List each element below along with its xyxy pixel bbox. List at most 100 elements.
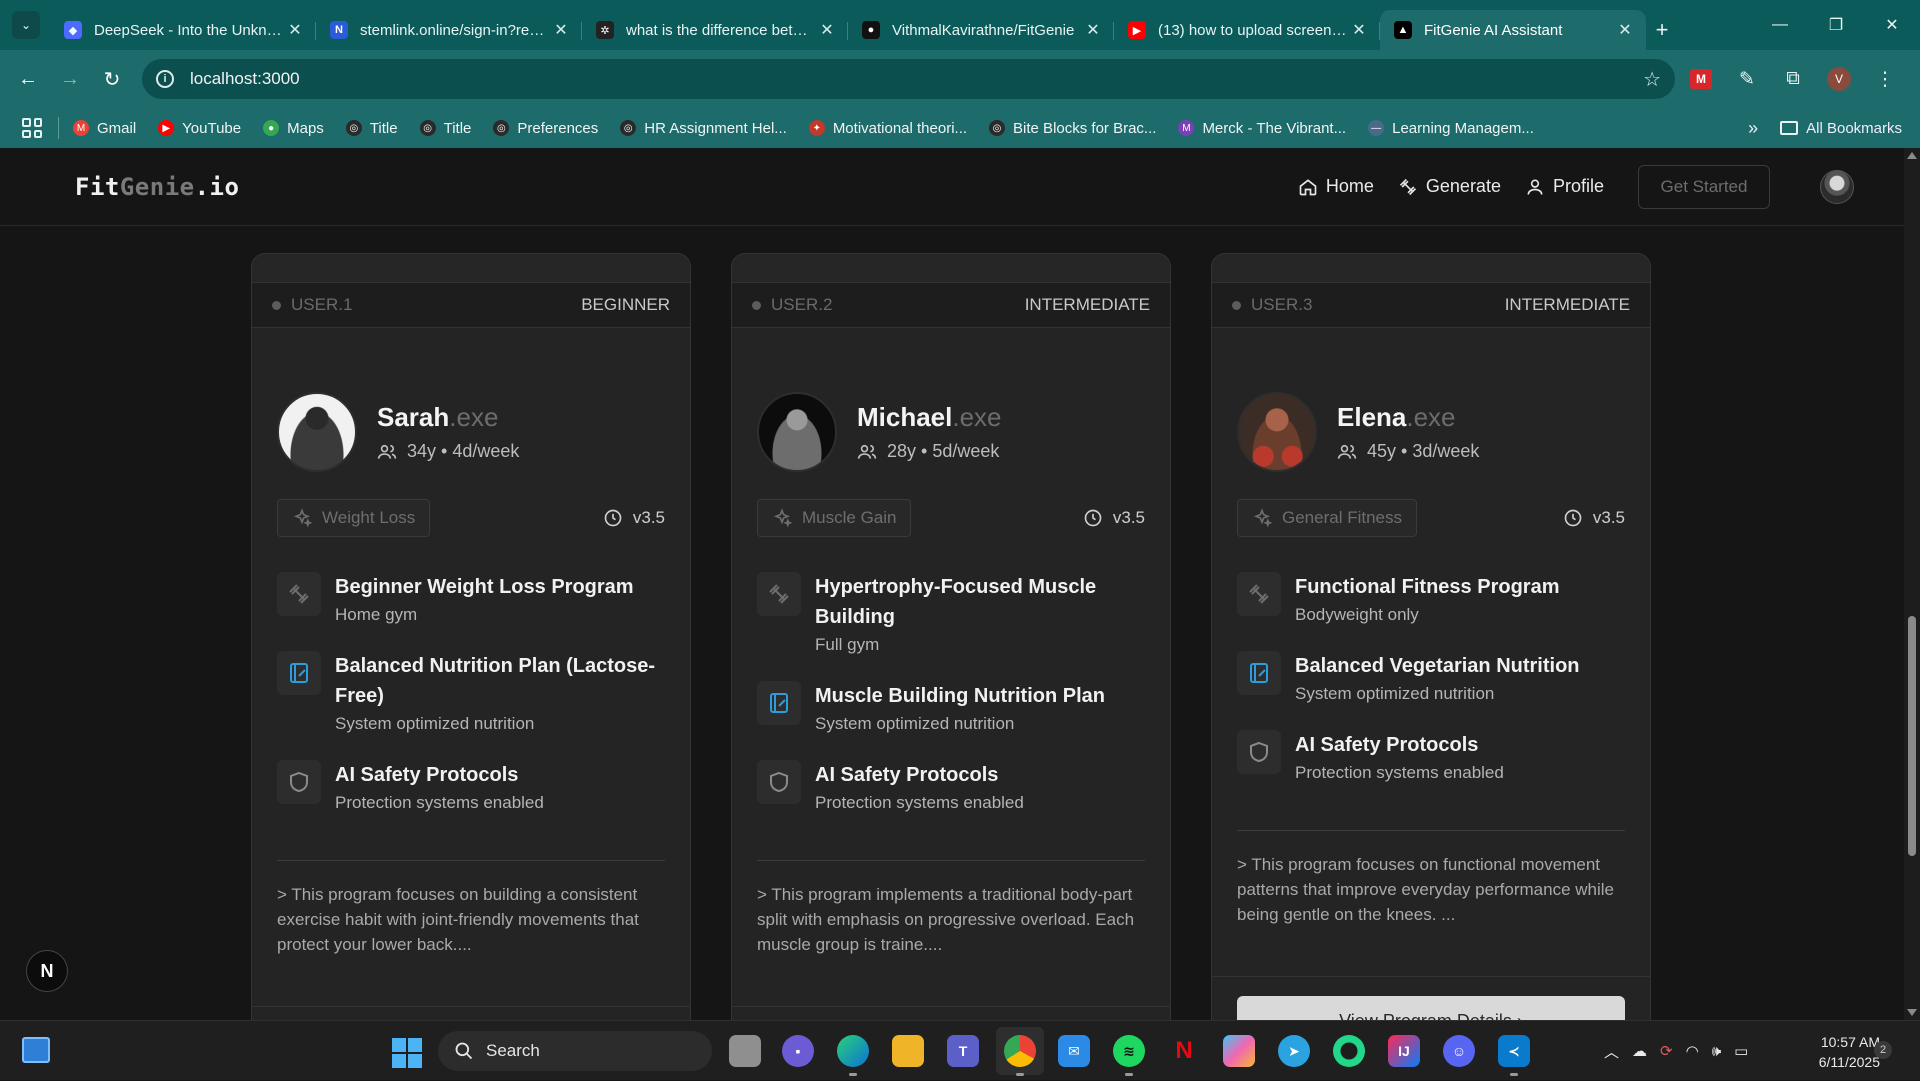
browser-tab[interactable]: ◆ DeepSeek - Into the Unknown ✕ [50, 10, 316, 50]
jetbrains-icon[interactable]: IJ [1388, 1035, 1420, 1067]
extensions-puzzle-icon[interactable]: ⧉ [1773, 59, 1813, 99]
browser-tab[interactable]: Nstemlink.online/sign-in?redirect ✕ [316, 10, 582, 50]
reload-icon[interactable]: ↻ [94, 61, 130, 97]
restore-icon[interactable]: ❐ [1808, 15, 1864, 35]
new-tab-button[interactable]: + [1646, 10, 1678, 50]
get-started-button[interactable]: Get Started [1638, 164, 1770, 209]
tab-close-icon[interactable]: ✕ [286, 20, 304, 40]
wifi-icon[interactable]: ◠ [1686, 1042, 1699, 1060]
tab-title: FitGenie AI Assistant [1424, 21, 1563, 39]
browser-tab[interactable]: ✲ what is the difference between ✕ [582, 10, 848, 50]
close-window-icon[interactable]: ✕ [1864, 15, 1920, 35]
all-bookmarks-button[interactable]: All Bookmarks [1780, 120, 1902, 137]
page-scrollbar[interactable] [1904, 148, 1920, 1020]
minimize-icon[interactable]: — [1752, 16, 1808, 34]
pycharm-icon[interactable] [1333, 1035, 1365, 1067]
tab-close-icon[interactable]: ✕ [1616, 20, 1634, 40]
tab-close-icon[interactable]: ✕ [1084, 20, 1102, 40]
bookmark-item[interactable]: M Merck - The Vibrant... [1178, 120, 1346, 137]
browser-menu-icon[interactable]: ⋮ [1865, 59, 1905, 99]
item-icon-box [1237, 730, 1281, 774]
widgets-icon[interactable] [22, 1037, 50, 1063]
notification-badge[interactable]: 2 [1874, 1041, 1892, 1059]
taskbar-search[interactable]: Search [438, 1031, 712, 1071]
tab-search-menu-button[interactable]: ⌄ [12, 11, 40, 39]
bookmark-item[interactable]: — Learning Managem... [1368, 120, 1534, 137]
site-logo[interactable]: FitGenie.io [75, 173, 239, 201]
profile-avatar-button[interactable]: V [1819, 59, 1859, 99]
bookmark-item[interactable]: ◎ HR Assignment Hel... [620, 120, 787, 137]
bookmark-item[interactable]: M Gmail [73, 120, 136, 137]
telegram-icon[interactable]: ➤ [1278, 1035, 1310, 1067]
program-description: > This program implements a traditional … [757, 885, 1135, 954]
url-text[interactable]: localhost:3000 [190, 69, 1643, 89]
browser-tab[interactable]: ▶ (13) how to upload screenshots ✕ [1114, 10, 1380, 50]
battery-icon[interactable]: ▭ [1734, 1042, 1748, 1060]
bookmark-item[interactable]: ▶ YouTube [158, 120, 241, 137]
bookmark-item[interactable]: ◎ Title [345, 120, 398, 137]
tab-close-icon[interactable]: ✕ [552, 20, 570, 40]
program-card[interactable]: USER.3 INTERMEDIATE Elena.exe 45y • 3d/week… [1211, 253, 1651, 1020]
nextjs-dev-badge[interactable]: N [26, 950, 68, 992]
bookmark-item[interactable]: ◎ Bite Blocks for Brac... [989, 120, 1156, 137]
nav-profile-link[interactable]: Profile [1525, 176, 1604, 197]
browser-tab[interactable]: ▲ FitGenie AI Assistant ✕ [1380, 10, 1646, 50]
task-view-icon[interactable] [729, 1035, 761, 1067]
card-header: USER.2 INTERMEDIATE [732, 282, 1170, 328]
mail-icon[interactable]: ✉ [1058, 1035, 1090, 1067]
scroll-up-icon[interactable] [1907, 152, 1917, 159]
site-info-icon[interactable]: i [156, 70, 174, 88]
clock-icon [1564, 509, 1582, 527]
tab-favicon-icon: ▶ [1128, 21, 1146, 39]
card-divider [277, 860, 665, 861]
teams-icon[interactable]: T [947, 1035, 979, 1067]
onedrive-icon[interactable]: ☁ [1632, 1042, 1647, 1060]
edge-icon[interactable] [837, 1035, 869, 1076]
eyedropper-extension-icon[interactable]: ✎ [1727, 59, 1767, 99]
brand-io: .io [194, 172, 240, 201]
bookmark-star-icon[interactable]: ☆ [1643, 67, 1661, 92]
bookmark-item[interactable]: ✦ Motivational theori... [808, 120, 967, 137]
tab-close-icon[interactable]: ✕ [1350, 20, 1368, 40]
tab-favicon-icon: ▲ [1394, 21, 1412, 39]
netflix-icon[interactable]: N [1168, 1035, 1200, 1067]
apps-grid-icon[interactable] [22, 118, 42, 138]
nav-home-link[interactable]: Home [1298, 176, 1374, 197]
program-card[interactable]: USER.1 BEGINNER Sarah.exe 34y • 4d/week Weig… [251, 253, 691, 1020]
chrome-icon[interactable] [1004, 1035, 1036, 1076]
discord-icon[interactable]: ☺ [1443, 1035, 1475, 1067]
file-explorer-icon[interactable] [892, 1035, 924, 1067]
zoom-icon[interactable]: ▪ [782, 1035, 814, 1067]
address-bar[interactable]: i localhost:3000 ☆ [142, 59, 1675, 99]
volume-icon[interactable]: 🕪 [1712, 1043, 1721, 1060]
scrollbar-thumb[interactable] [1908, 616, 1916, 856]
user-name-ext: .exe [449, 402, 499, 432]
program-items: Beginner Weight Loss Program Home gym Bala… [277, 572, 665, 839]
sync-icon[interactable]: ⟳ [1660, 1042, 1673, 1060]
more-bookmarks-icon[interactable]: » [1748, 118, 1758, 139]
clock-date: 6/11/2025 [1818, 1054, 1880, 1070]
bookmark-item[interactable]: ◎ Preferences [493, 120, 598, 137]
windows-start-icon[interactable] [392, 1038, 422, 1068]
status-dot [1232, 300, 1241, 310]
bookmark-item[interactable]: ● Maps [263, 120, 324, 137]
bookmark-item[interactable]: ◎ Title [419, 120, 471, 137]
program-card[interactable]: USER.2 INTERMEDIATE Michael.exe 28y • 5d/we… [731, 253, 1171, 1020]
forward-icon[interactable]: → [52, 61, 88, 97]
extension-mendeley-icon[interactable]: M [1681, 59, 1721, 99]
browser-tab[interactable]: ● VithmalKavirathne/FitGenie ✕ [848, 10, 1114, 50]
tab-close-icon[interactable]: ✕ [818, 20, 836, 40]
tray-chevron-icon[interactable]: ︿ [1604, 1041, 1619, 1062]
user-avatar[interactable] [1820, 169, 1854, 204]
user-photo [757, 392, 837, 472]
nav-generate-link[interactable]: Generate [1398, 176, 1501, 197]
spotify-icon[interactable]: ≋ [1113, 1035, 1145, 1076]
view-program-details-button[interactable]: View Program Details › [1237, 996, 1625, 1020]
back-icon[interactable]: ← [10, 61, 46, 97]
status-dot [752, 300, 761, 310]
scroll-down-icon[interactable] [1907, 1009, 1917, 1016]
taskbar-clock[interactable]: 10:57 AM 6/11/2025 [1796, 1032, 1880, 1072]
copilot-icon[interactable] [1223, 1035, 1255, 1067]
vscode-icon[interactable]: ≺ [1498, 1035, 1530, 1076]
bookmark-favicon-icon: ◎ [345, 120, 362, 136]
